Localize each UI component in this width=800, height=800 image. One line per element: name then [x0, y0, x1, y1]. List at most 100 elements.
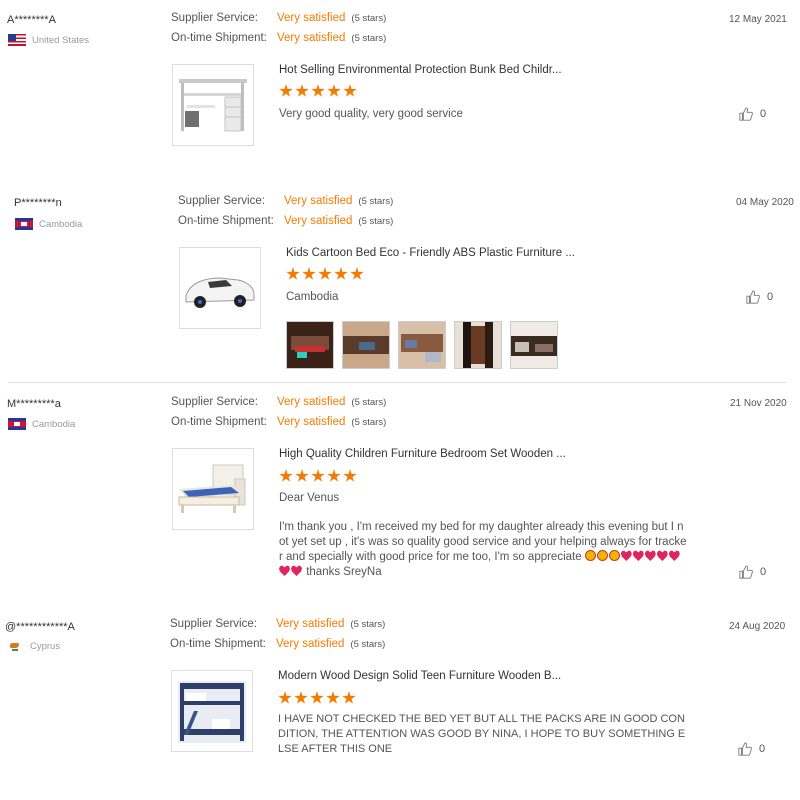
buyer-name: M*********a [7, 398, 61, 410]
review-greeting: Dear Venus [279, 492, 340, 504]
ontime-shipment-label: On-time Shipment: [171, 416, 267, 428]
review-photo-image [287, 322, 333, 368]
buyer-country: Cambodia [8, 418, 75, 430]
review-divider [8, 382, 786, 383]
like-count: 0 [760, 566, 767, 578]
thumbs-up-icon [739, 565, 753, 579]
review-date: 04 May 2020 [736, 197, 794, 208]
buyer-country: Cambodia [15, 218, 82, 230]
ratings-block: Supplier Service: Very satisfied (5 stars)… [171, 12, 386, 52]
supplier-service-value: Very satisfied [277, 12, 346, 24]
country-label: Cambodia [39, 218, 83, 230]
product-rating-stars [279, 84, 357, 98]
review-photo-image [399, 322, 445, 368]
review-photo[interactable] [510, 321, 558, 369]
country-label: Cambodia [32, 418, 76, 430]
review-text: I HAVE NOT CHECKED THE BED YET BUT ALL T… [278, 713, 686, 755]
product-rating-stars [279, 469, 357, 483]
star-icon [302, 267, 316, 280]
product-title-link[interactable]: Modern Wood Design Solid Teen Furniture … [278, 670, 561, 682]
bunk-bed-image [179, 79, 247, 132]
star-icon [342, 691, 356, 704]
buyer-name: P********n [14, 197, 62, 209]
bunk-bed-image [178, 681, 246, 743]
like-count: 0 [759, 743, 766, 755]
thumbs-up-icon [738, 742, 752, 756]
like-button[interactable]: 0 [738, 742, 765, 756]
ontime-shipment-value: Very satisfied [277, 32, 346, 44]
product-rating-stars [278, 691, 356, 705]
supplier-service-label: Supplier Service: [170, 618, 257, 630]
supplier-service-value: Very satisfied [277, 396, 346, 408]
star-icon [326, 691, 340, 704]
thumbs-up-icon [746, 290, 760, 304]
star-icon [327, 469, 341, 482]
wooden-bed-image [178, 464, 246, 513]
star-icon [327, 84, 341, 97]
like-button[interactable]: 0 [746, 290, 773, 304]
star-icon [343, 469, 357, 482]
heart-emoji-icon [620, 550, 632, 561]
supplier-service-stars: (5 stars) [351, 13, 387, 24]
star-icon [310, 691, 324, 704]
star-icon [295, 469, 309, 482]
product-title-link[interactable]: Hot Selling Environmental Protection Bun… [279, 64, 562, 76]
star-icon [318, 267, 332, 280]
product-title-link[interactable]: High Quality Children Furniture Bedroom … [279, 448, 566, 460]
product-rating-stars [286, 267, 364, 281]
review-text: Very good quality, very good service [279, 108, 463, 120]
product-title-link[interactable]: Kids Cartoon Bed Eco - Friendly ABS Plas… [286, 247, 575, 259]
review-text: Cambodia [286, 291, 339, 303]
star-icon [294, 691, 308, 704]
star-icon [295, 84, 309, 97]
supplier-service-label: Supplier Service: [171, 12, 258, 24]
star-icon [279, 84, 293, 97]
buyer-name: A********A [7, 14, 56, 26]
star-icon [334, 267, 348, 280]
heart-emoji-icon [291, 565, 302, 576]
review-photo-image [343, 322, 389, 368]
ontime-shipment-stars: (5 stars) [351, 417, 387, 428]
heart-eyes-emoji-icon [608, 550, 620, 561]
review-photo-image [511, 322, 557, 368]
star-icon [279, 469, 293, 482]
supplier-service-stars: (5 stars) [350, 619, 386, 630]
review-photo[interactable] [398, 321, 446, 369]
supplier-service-label: Supplier Service: [171, 396, 258, 408]
review-photo[interactable] [286, 321, 334, 369]
review-signoff: thanks SreyNa [306, 566, 382, 578]
like-count: 0 [767, 291, 774, 303]
review-date: 12 May 2021 [729, 14, 787, 25]
buyer-country: United States [8, 34, 89, 46]
review-photo[interactable] [454, 321, 502, 369]
heart-emoji-icon [668, 550, 680, 561]
review-date: 24 Aug 2020 [729, 621, 786, 632]
ontime-shipment-label: On-time Shipment: [178, 215, 274, 227]
review-photo-image [455, 322, 501, 368]
heart-emoji-icon [632, 550, 644, 561]
review-text-block: I'm thank you , I'm received my bed for … [279, 520, 689, 580]
thumbs-up-icon [739, 107, 753, 121]
star-icon [343, 84, 357, 97]
ontime-shipment-label: On-time Shipment: [170, 638, 266, 650]
product-thumbnail[interactable] [171, 670, 253, 752]
review-photo[interactable] [342, 321, 390, 369]
heart-emoji-icon [279, 565, 290, 576]
like-button[interactable]: 0 [739, 565, 766, 579]
star-icon [350, 267, 364, 280]
cambodia-flag-icon [15, 218, 33, 230]
like-button[interactable]: 0 [739, 107, 766, 121]
ontime-shipment-label: On-time Shipment: [171, 32, 267, 44]
ontime-shipment-value: Very satisfied [277, 416, 346, 428]
supplier-service-stars: (5 stars) [358, 196, 394, 207]
product-thumbnail[interactable] [172, 64, 254, 146]
cyprus-flag-icon [6, 640, 24, 652]
product-thumbnail[interactable] [172, 448, 254, 530]
star-icon [311, 84, 325, 97]
heart-eyes-emoji-icon [596, 550, 608, 561]
product-thumbnail[interactable] [179, 247, 261, 329]
ontime-shipment-stars: (5 stars) [350, 639, 386, 650]
buyer-country: Cyprus [6, 640, 60, 652]
review-date: 21 Nov 2020 [730, 398, 787, 409]
supplier-service-stars: (5 stars) [351, 397, 387, 408]
